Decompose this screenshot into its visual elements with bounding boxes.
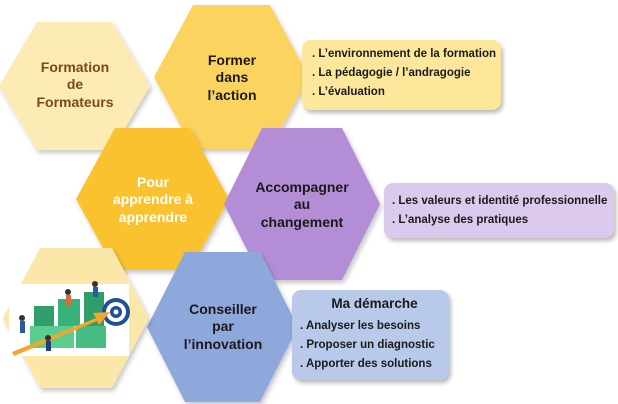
panel-former-action: . L’environnement de la formation . La p… xyxy=(302,40,501,110)
panel-demarche-item: . Apporter des solutions xyxy=(300,358,432,370)
panel-action-item: . L’évaluation xyxy=(312,86,385,98)
panel-demarche-item: . Proposer un diagnostic xyxy=(300,339,435,351)
hex-label-accompagner: Accompagner au changement xyxy=(255,178,349,230)
panel-ma-demarche: Ma démarche . Analyser les besoins . Pro… xyxy=(292,290,449,380)
teamwork-growth-illustration-icon xyxy=(9,281,130,356)
panel-demarche-item: . Analyser les besoins xyxy=(300,320,421,332)
hex-label-apprendre: Pour apprendre à apprendre xyxy=(112,173,194,225)
panel-action-item: . La pédagogie / l’andragogie xyxy=(312,67,471,79)
hex-label-conseiller: Conseiller par l’innovation xyxy=(183,300,263,352)
panel-changement-item: . Les valeurs et identité professionnell… xyxy=(392,195,608,207)
hex-label-formation-formateurs: Formation de Formateurs xyxy=(36,58,114,110)
panel-action-item: . L’environnement de la formation xyxy=(312,48,497,60)
hex-label-former-action: Former dans l’action xyxy=(207,51,257,103)
panel-changement-item: . L’analyse des pratiques xyxy=(392,214,529,226)
panel-accompagner: . Les valeurs et identité professionnell… xyxy=(384,183,614,238)
panel-demarche-title: Ma démarche xyxy=(331,296,418,311)
